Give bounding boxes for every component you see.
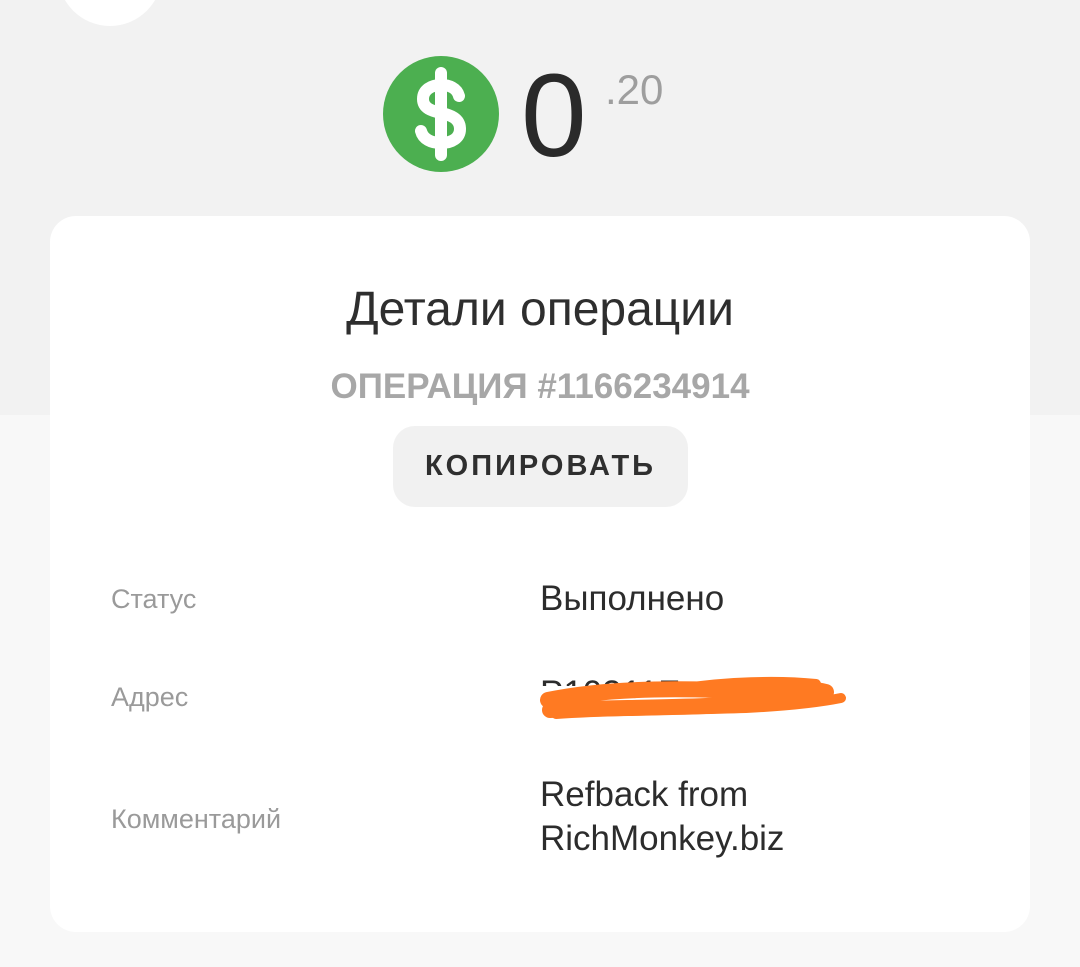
- comment-value: Refback from RichMonkey.biz: [540, 775, 785, 858]
- comment-label: Комментарий: [111, 804, 282, 834]
- status-label: Статус: [111, 584, 197, 614]
- balance-integer: 0: [521, 50, 587, 182]
- copy-button[interactable]: КОПИРОВАТЬ: [393, 426, 688, 507]
- balance-fraction: .20: [605, 66, 664, 113]
- status-value: Выполнено: [540, 579, 725, 618]
- redaction-scribble: [540, 676, 846, 719]
- operation-id: ОПЕРАЦИЯ #1166234914: [330, 367, 750, 406]
- address-label: Адрес: [111, 682, 189, 712]
- card-title: Детали операции: [346, 283, 734, 336]
- dollar-sign-icon: [383, 56, 499, 172]
